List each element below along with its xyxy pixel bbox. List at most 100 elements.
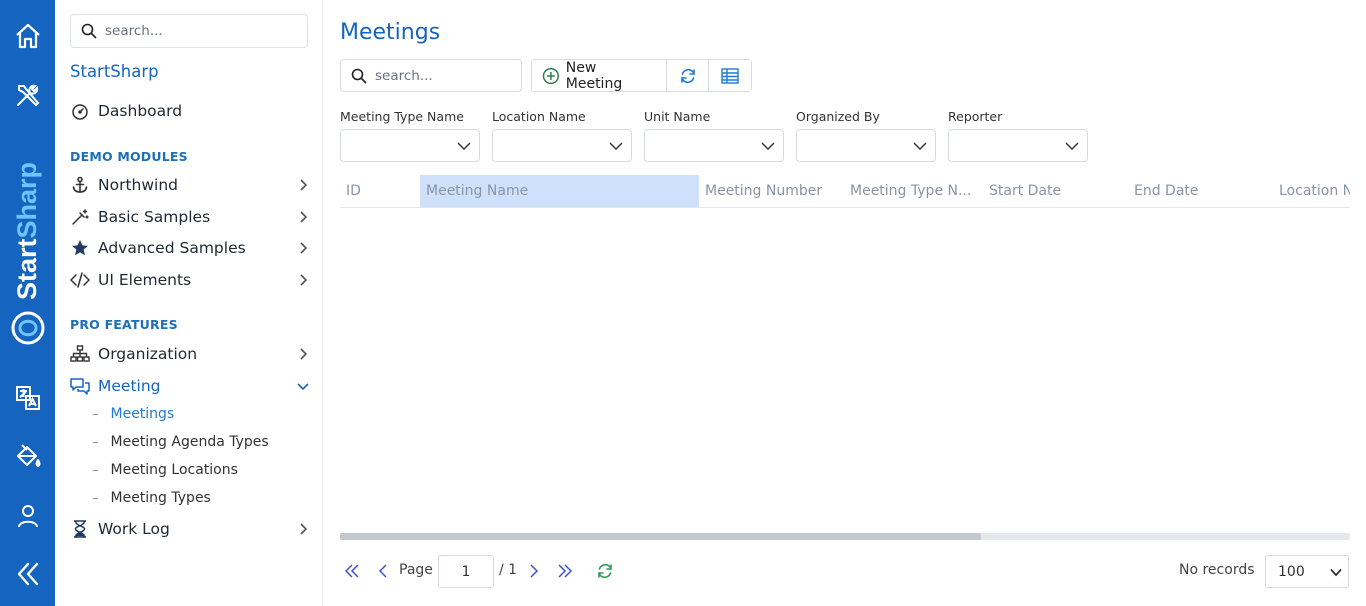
- sitemap-icon: [70, 344, 90, 364]
- page-total: / 1: [499, 562, 518, 578]
- sidebar-search-input[interactable]: [105, 23, 295, 39]
- translate-icon[interactable]: [0, 376, 55, 420]
- new-meeting-button[interactable]: New Meeting: [532, 60, 667, 92]
- add-circle-icon: [542, 67, 560, 84]
- prev-page-icon[interactable]: [372, 559, 396, 583]
- search-icon: [81, 23, 97, 39]
- sidebar-item-northwind[interactable]: Northwind: [70, 172, 310, 198]
- filter-organized-by: Organized By: [796, 109, 936, 162]
- chevron-right-icon: [300, 523, 308, 535]
- sidebar-item-label: UI Elements: [98, 271, 192, 289]
- chevron-right-icon: [300, 348, 308, 360]
- filter-unit-name: Unit Name: [644, 109, 784, 162]
- sidebar-subitem-meeting-agenda-types[interactable]: – Meeting Agenda Types: [92, 431, 269, 453]
- filter-label: Meeting Type Name: [340, 109, 464, 124]
- icon-rail: StartSharp: [0, 0, 55, 606]
- sidebar-item-label: Work Log: [98, 520, 170, 538]
- column-picker-button[interactable]: [709, 60, 751, 91]
- sidebar-subitem-meeting-locations[interactable]: – Meeting Locations: [92, 459, 238, 481]
- scrollbar-thumb[interactable]: [340, 533, 981, 540]
- filter-location-name: Location Name: [492, 109, 632, 162]
- filter-label: Organized By: [796, 109, 880, 124]
- page-label: Page: [399, 562, 433, 578]
- sidebar-item-dashboard[interactable]: Dashboard: [70, 98, 310, 124]
- sidebar-subitem-label: Meetings: [110, 406, 175, 422]
- last-page-icon[interactable]: [553, 559, 577, 583]
- sidebar-item-advanced-samples[interactable]: Advanced Samples: [70, 235, 310, 261]
- sidebar-subitem-label: Meeting Agenda Types: [110, 434, 269, 450]
- column-header-id[interactable]: ID: [340, 175, 420, 207]
- sidebar-item-meeting[interactable]: Meeting: [70, 373, 310, 399]
- sidebar-item-label: Organization: [98, 345, 198, 363]
- anchor-icon: [70, 175, 90, 195]
- records-status: No records: [1179, 562, 1255, 578]
- chevron-right-icon: [300, 242, 308, 254]
- chevron-down-icon: [1330, 568, 1342, 577]
- sidebar-item-organization[interactable]: Organization: [70, 341, 310, 367]
- filter-label: Location Name: [492, 109, 586, 124]
- toolbar: New Meeting: [531, 59, 752, 92]
- column-header-meeting-number[interactable]: Meeting Number: [699, 175, 844, 207]
- column-header-end-date[interactable]: End Date: [1128, 175, 1273, 207]
- filter-select[interactable]: [948, 129, 1088, 162]
- grid-search-input[interactable]: [375, 67, 515, 84]
- page-size-value: 100: [1278, 564, 1305, 580]
- code-icon: [70, 270, 90, 290]
- column-header-location-name[interactable]: Location Name: [1273, 175, 1350, 207]
- refresh-icon: [680, 68, 695, 83]
- filter-select[interactable]: [796, 129, 936, 162]
- next-page-icon[interactable]: [521, 559, 545, 583]
- chevron-right-icon: [300, 179, 308, 191]
- chevron-right-icon: [300, 274, 308, 286]
- table-columns-icon: [721, 67, 739, 84]
- sidebar-item-label: Northwind: [98, 176, 178, 194]
- search-icon: [351, 68, 367, 84]
- collapse-sidebar-icon[interactable]: [0, 552, 55, 596]
- reload-icon[interactable]: [593, 559, 617, 583]
- magic-wand-icon: [70, 207, 90, 227]
- horizontal-scrollbar[interactable]: [340, 533, 1350, 540]
- chevron-down-icon: [297, 383, 309, 391]
- column-header-meeting-name[interactable]: Meeting Name: [420, 175, 699, 207]
- first-page-icon[interactable]: [340, 559, 364, 583]
- page-size-select[interactable]: 100: [1265, 555, 1349, 588]
- sidebar-item-ui-elements[interactable]: UI Elements: [70, 267, 310, 293]
- tools-icon[interactable]: [0, 73, 55, 117]
- filter-label: Reporter: [948, 109, 1003, 124]
- sidebar-item-basic-samples[interactable]: Basic Samples: [70, 204, 310, 230]
- column-header-meeting-type-name[interactable]: Meeting Type N...: [844, 175, 983, 207]
- sidebar-search[interactable]: [70, 14, 308, 48]
- paint-bucket-icon[interactable]: [0, 434, 55, 478]
- sidebar-item-label: Advanced Samples: [98, 239, 246, 257]
- filter-select[interactable]: [644, 129, 784, 162]
- grid-search[interactable]: [340, 59, 522, 92]
- svg-text:StartSharp: StartSharp: [12, 162, 42, 300]
- page-title: Meetings: [340, 20, 441, 45]
- page-number-input[interactable]: [438, 555, 494, 588]
- filter-select[interactable]: [492, 129, 632, 162]
- sidebar: StartSharp Dashboard DEMO MODULES Northw…: [55, 0, 323, 606]
- sidebar-subitem-meeting-types[interactable]: – Meeting Types: [92, 487, 211, 509]
- home-icon[interactable]: [0, 14, 55, 58]
- sidebar-subitem-meetings[interactable]: – Meetings: [92, 403, 174, 425]
- chevron-down-icon: [761, 142, 775, 151]
- sidebar-subitem-label: Meeting Locations: [110, 462, 238, 478]
- star-icon: [70, 238, 90, 258]
- sidebar-title: StartSharp: [70, 62, 159, 81]
- section-pro-features: PRO FEATURES: [70, 317, 178, 332]
- section-demo-modules: DEMO MODULES: [70, 149, 188, 164]
- refresh-button[interactable]: [667, 60, 709, 91]
- sidebar-item-label: Meeting: [98, 377, 161, 395]
- sidebar-subitem-label: Meeting Types: [110, 490, 211, 506]
- chat-icon: [70, 376, 90, 396]
- pager: Page / 1 No records 100: [340, 554, 1350, 588]
- chevron-right-icon: [300, 211, 308, 223]
- gauge-icon: [70, 101, 90, 121]
- grid-header: ID Meeting Name Meeting Number Meeting T…: [340, 175, 1350, 208]
- sidebar-item-label: Basic Samples: [98, 208, 211, 226]
- filter-select[interactable]: [340, 129, 480, 162]
- user-icon[interactable]: [0, 494, 55, 538]
- chevron-down-icon: [457, 142, 471, 151]
- column-header-start-date[interactable]: Start Date: [983, 175, 1128, 207]
- sidebar-item-work-log[interactable]: Work Log: [70, 516, 310, 542]
